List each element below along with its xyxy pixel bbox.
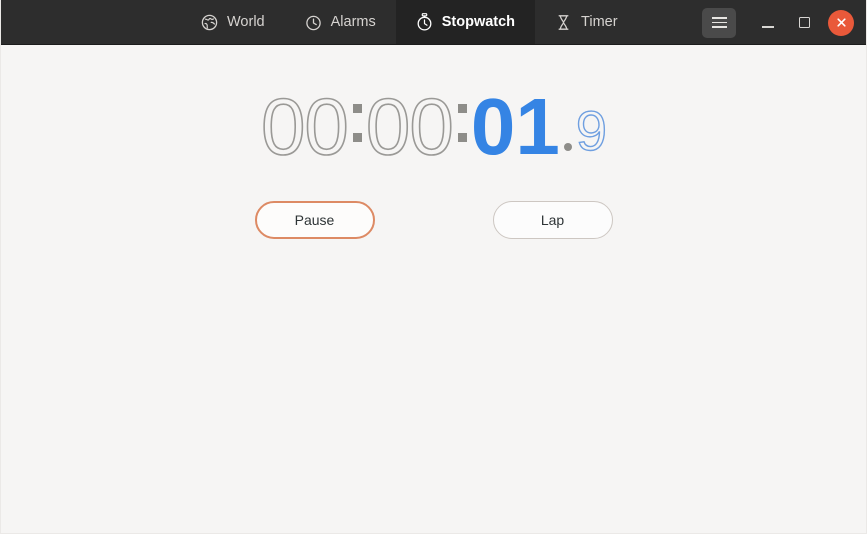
separator-minutes-seconds xyxy=(453,87,471,165)
stopwatch-time-display: 00 00 01 9 xyxy=(260,82,608,171)
tab-timer[interactable]: Timer xyxy=(535,0,638,44)
minimize-glyph xyxy=(762,26,774,28)
tab-alarms[interactable]: Alarms xyxy=(285,0,396,44)
pause-button[interactable]: Pause xyxy=(254,201,375,239)
clock-window: World Alarms Stopwatch Timer 00 00 01 9 … xyxy=(0,0,867,534)
tab-stopwatch[interactable]: Stopwatch xyxy=(395,0,536,44)
headerbar: World Alarms Stopwatch Timer xyxy=(1,0,866,45)
maximize-glyph xyxy=(798,17,810,28)
lap-button[interactable]: Lap xyxy=(492,201,613,239)
close-icon[interactable] xyxy=(826,8,856,38)
tab-world-label: World xyxy=(227,13,265,30)
stopwatch-controls: Pause Lap xyxy=(254,201,613,239)
tab-timer-label: Timer xyxy=(581,13,618,30)
stopwatch-view: 00 00 01 9 Pause Lap xyxy=(1,45,866,533)
view-switcher-tabs: World Alarms Stopwatch Timer xyxy=(181,0,638,44)
separator-hours-minutes xyxy=(348,87,366,165)
decimal-separator xyxy=(560,87,576,165)
stopwatch-fraction: 9 xyxy=(575,99,608,162)
globe-icon xyxy=(201,14,218,31)
stopwatch-icon xyxy=(416,13,433,31)
stopwatch-seconds: 01 xyxy=(470,82,560,171)
window-controls xyxy=(702,0,866,45)
hamburger-bars xyxy=(711,17,727,28)
hourglass-icon xyxy=(555,14,572,31)
stopwatch-minutes: 00 xyxy=(365,82,455,171)
alarm-clock-icon xyxy=(305,14,322,31)
maximize-icon[interactable] xyxy=(786,8,822,38)
minimize-icon[interactable] xyxy=(750,8,786,38)
tab-alarms-label: Alarms xyxy=(330,13,376,30)
hamburger-menu-icon[interactable] xyxy=(702,7,736,38)
close-circle xyxy=(828,9,854,36)
stopwatch-hours: 00 xyxy=(260,82,350,171)
tab-stopwatch-label: Stopwatch xyxy=(441,13,516,30)
tab-world[interactable]: World xyxy=(181,0,285,44)
